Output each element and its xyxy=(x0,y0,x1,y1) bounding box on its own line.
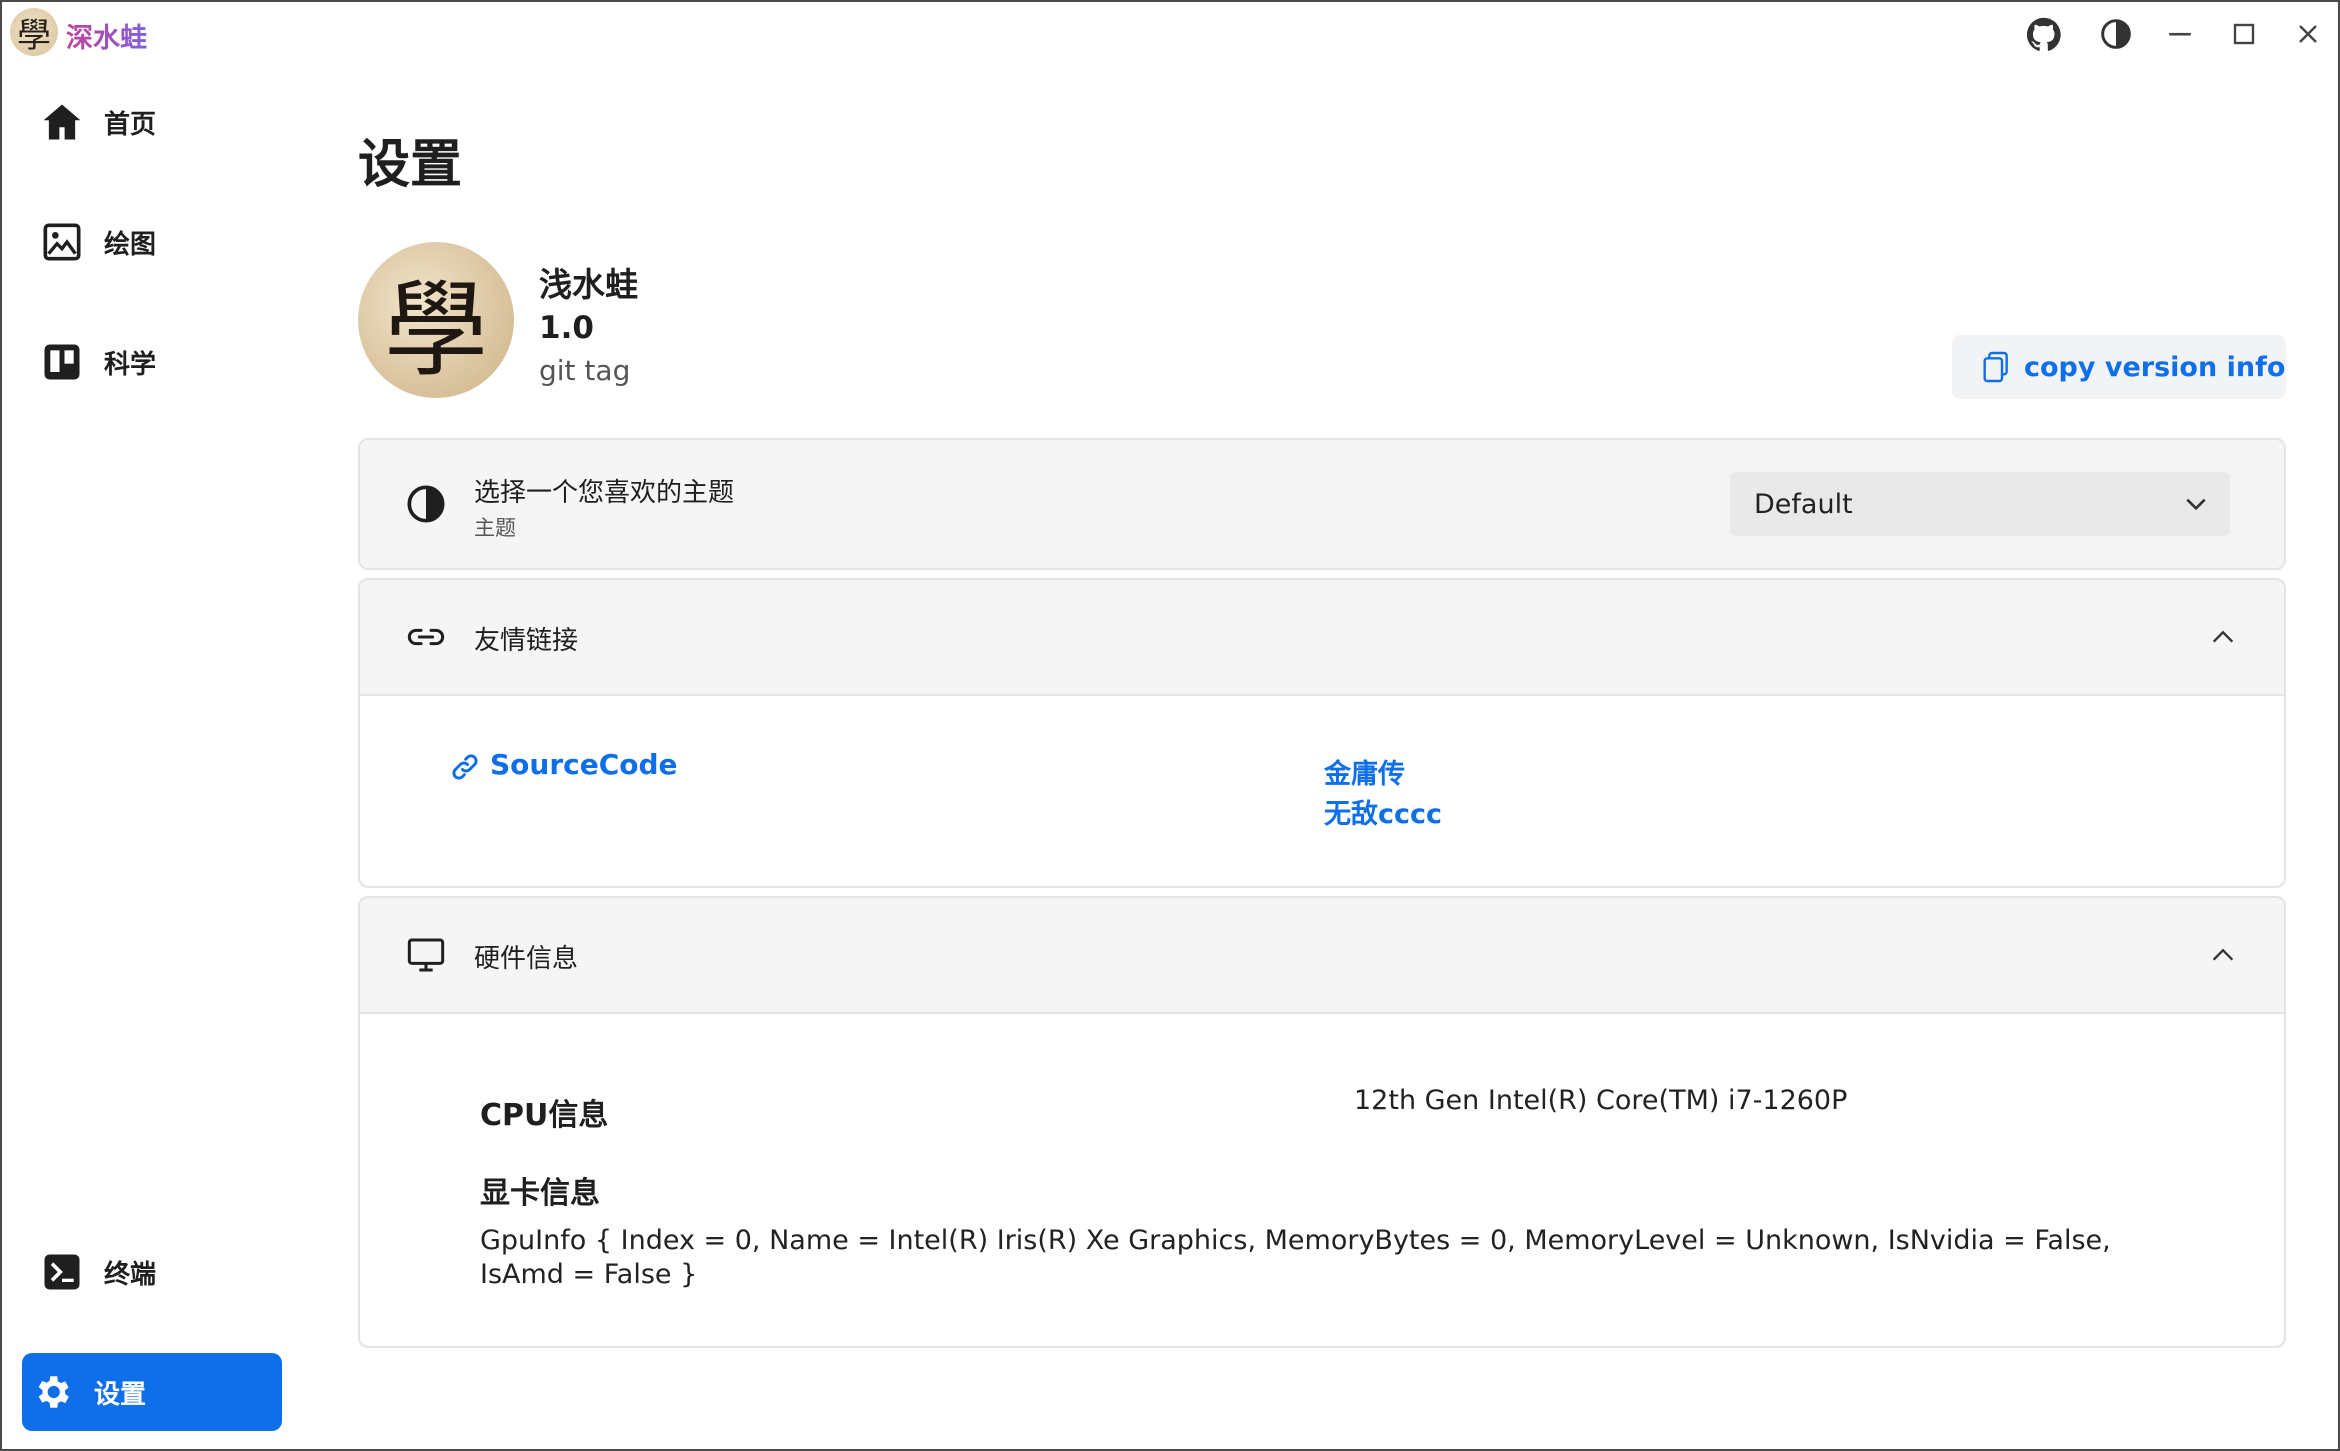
maximize-icon[interactable] xyxy=(2222,12,2266,56)
app-title: 深水蛙 xyxy=(66,16,147,55)
links-card: 友情链接 SourceCode 金庸传 无敌cccc xyxy=(358,578,2286,888)
link-wudi[interactable]: 无敌cccc xyxy=(1324,792,1442,831)
app-name: 浅水蛙 xyxy=(539,265,638,304)
theme-select[interactable]: Default xyxy=(1730,472,2230,536)
copy-version-label: copy version info xyxy=(2024,351,2286,383)
sidebar-item-terminal[interactable]: 终端 xyxy=(22,1232,282,1312)
chevron-down-icon xyxy=(2180,488,2212,520)
gear-icon xyxy=(30,1370,74,1414)
link-icon xyxy=(450,752,480,782)
sidebar-item-label: 科学 xyxy=(104,349,157,380)
hardware-card-header[interactable]: 硬件信息 xyxy=(360,898,2284,1012)
contrast-icon xyxy=(404,482,448,526)
hardware-title: 硬件信息 xyxy=(474,944,579,974)
chevron-up-icon[interactable] xyxy=(2206,620,2240,654)
sidebar-item-science[interactable]: 科学 xyxy=(22,322,282,402)
chevron-up-icon[interactable] xyxy=(2206,938,2240,972)
sidebar-item-label: 终端 xyxy=(104,1259,157,1290)
page-title: 设置 xyxy=(358,135,463,195)
app-version: 1.0 xyxy=(539,310,594,346)
sidebar-item-label: 设置 xyxy=(94,1379,147,1410)
theme-title: 选择一个您喜欢的主题 xyxy=(474,478,735,508)
cpu-label: CPU信息 xyxy=(480,1098,609,1133)
link-icon xyxy=(404,615,448,659)
close-icon[interactable] xyxy=(2286,12,2330,56)
minimize-icon[interactable] xyxy=(2158,12,2202,56)
sidebar-item-home[interactable]: 首页 xyxy=(22,82,282,162)
app-window: 學 深水蛙 首页 绘图 科学 终端 设置 设置 學 浅水蛙 1.0 git ta… xyxy=(0,0,2340,1451)
gpu-label: 显卡信息 xyxy=(480,1176,600,1211)
avatar: 學 xyxy=(358,242,514,398)
terminal-icon xyxy=(40,1250,84,1294)
links-title: 友情链接 xyxy=(474,626,579,656)
cpu-value: 12th Gen Intel(R) Core(TM) i7-1260P xyxy=(1354,1085,1848,1116)
hardware-card: 硬件信息 CPU信息 12th Gen Intel(R) Core(TM) i7… xyxy=(358,896,2286,1348)
app-tag: git tag xyxy=(539,354,631,387)
link-sourcecode[interactable]: SourceCode xyxy=(490,748,678,781)
home-icon xyxy=(40,100,84,144)
link-jinyong[interactable]: 金庸传 xyxy=(1324,752,1405,791)
sidebar-item-label: 绘图 xyxy=(104,229,157,260)
sidebar-item-label: 首页 xyxy=(104,109,157,140)
copy-icon xyxy=(1982,351,2012,383)
app-logo: 學 xyxy=(10,8,58,56)
copy-version-button[interactable]: copy version info xyxy=(1952,335,2286,399)
gpu-value: GpuInfo { Index = 0, Name = Intel(R) Iri… xyxy=(480,1225,2111,1290)
github-icon[interactable] xyxy=(2022,12,2066,56)
sidebar-item-settings[interactable]: 设置 xyxy=(22,1353,282,1431)
board-icon xyxy=(40,340,84,384)
theme-card: 选择一个您喜欢的主题 主题 Default xyxy=(358,438,2286,570)
monitor-icon xyxy=(404,933,448,977)
theme-toggle-icon[interactable] xyxy=(2094,12,2138,56)
theme-subtitle: 主题 xyxy=(474,516,516,540)
sidebar-item-draw[interactable]: 绘图 xyxy=(22,202,282,282)
image-icon xyxy=(40,220,84,264)
theme-select-value: Default xyxy=(1754,488,1853,520)
links-card-header[interactable]: 友情链接 xyxy=(360,580,2284,694)
